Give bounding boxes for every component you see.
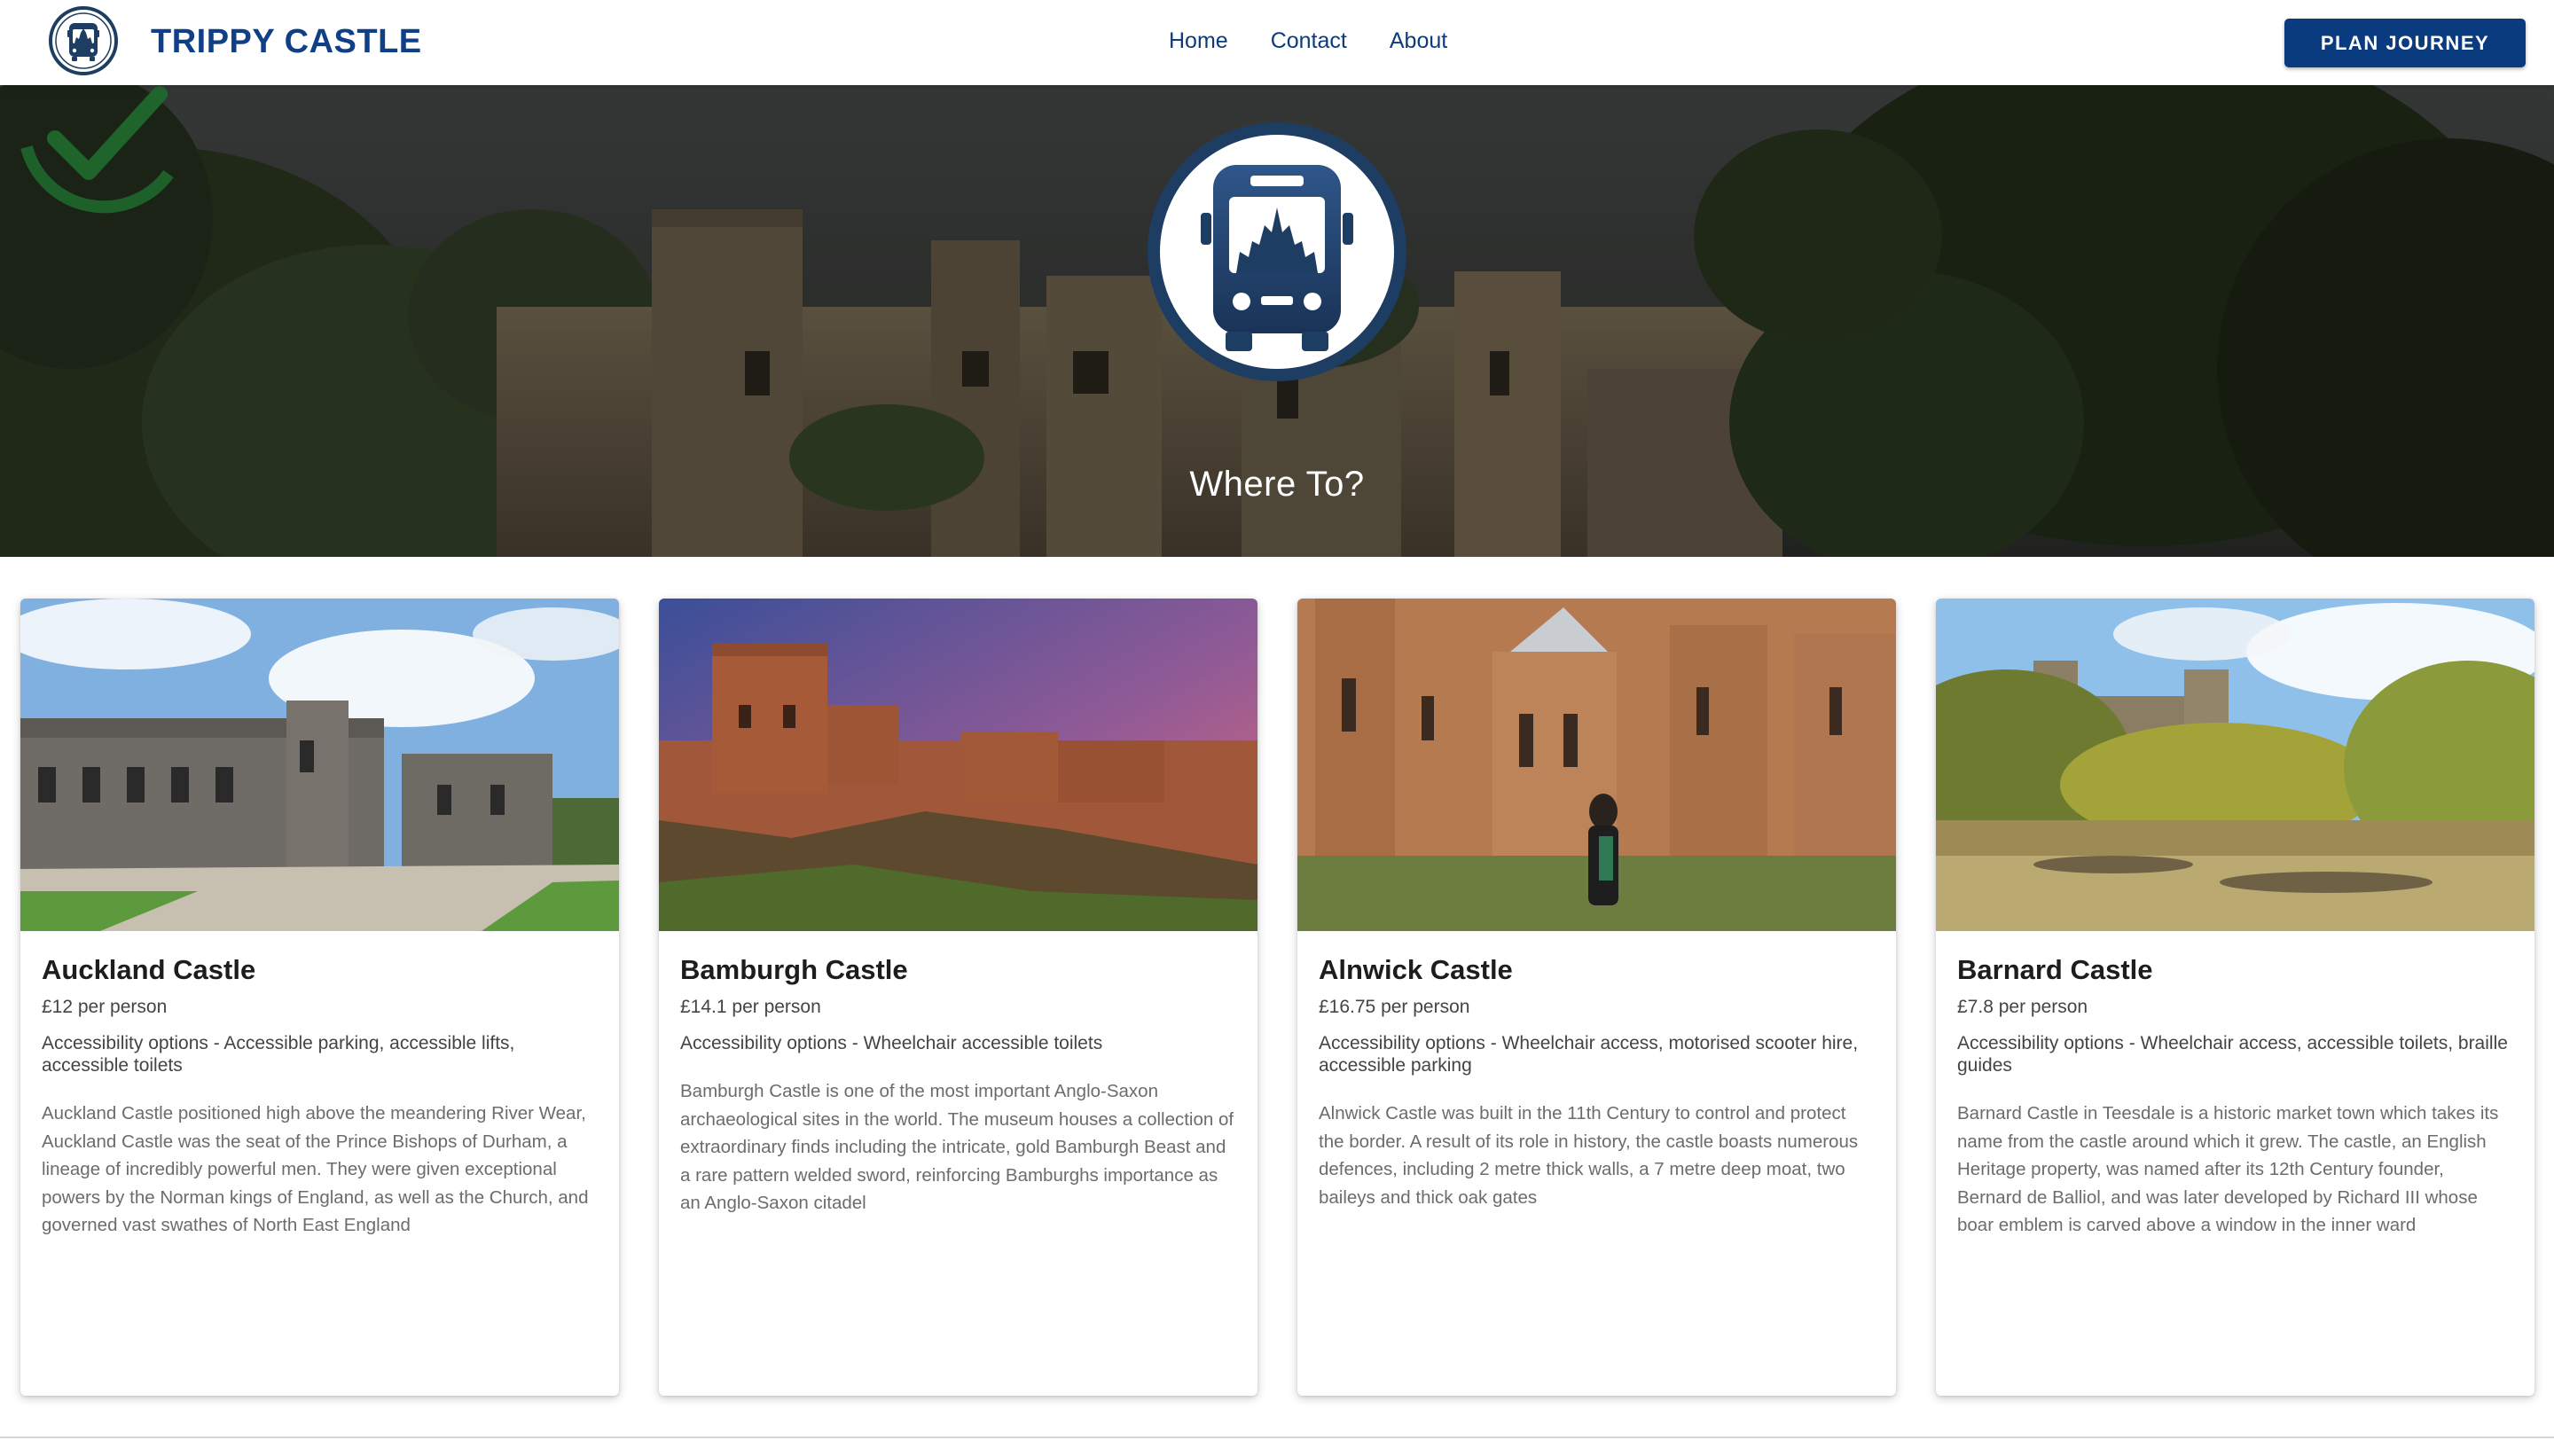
- castle-card-bamburgh[interactable]: Bamburgh Castle £14.1 per person Accessi…: [659, 599, 1257, 1396]
- card-price: £7.8 per person: [1957, 997, 2088, 1017]
- card-title: Barnard Castle: [1957, 954, 2153, 985]
- nav-link-about[interactable]: About: [1390, 28, 1447, 54]
- top-navbar: TRIPPY CASTLE Home Contact About PLAN JO…: [0, 0, 2554, 85]
- card-description: Auckland Castle positioned high above th…: [42, 1103, 589, 1235]
- card-description: Alnwick Castle was built in the 11th Cen…: [1319, 1103, 1859, 1208]
- hero-title: Where To?: [1189, 465, 1365, 504]
- card-description: Bamburgh Castle is one of the most impor…: [680, 1081, 1234, 1213]
- castle-card-barnard[interactable]: Barnard Castle £7.8 per person Accessibi…: [1936, 599, 2534, 1396]
- bus-castle-icon: [1148, 122, 1406, 381]
- castle-card-alnwick[interactable]: Alnwick Castle £16.75 per person Accessi…: [1297, 599, 1896, 1396]
- brand-name[interactable]: TRIPPY CASTLE: [151, 23, 422, 61]
- bus-castle-icon[interactable]: [48, 5, 119, 76]
- card-title: Auckland Castle: [42, 954, 256, 985]
- card-price: £16.75 per person: [1319, 997, 1470, 1017]
- auckland-castle-photo: [20, 599, 619, 931]
- checkmark-icon: [20, 86, 174, 214]
- card-title: Bamburgh Castle: [680, 954, 908, 985]
- card-title: Alnwick Castle: [1319, 954, 1513, 985]
- card-accessibility: Accessibility options - Accessible parki…: [42, 1033, 515, 1076]
- card-accessibility: Accessibility options - Wheelchair acces…: [1957, 1033, 2508, 1076]
- card-description: Barnard Castle in Teesdale is a historic…: [1957, 1103, 2499, 1235]
- card-price: £14.1 per person: [680, 997, 821, 1017]
- alnwick-castle-photo: [1297, 599, 1896, 931]
- card-price: £12 per person: [42, 997, 168, 1017]
- bamburgh-castle-photo: [659, 599, 1257, 931]
- nav-link-contact[interactable]: Contact: [1271, 28, 1347, 54]
- card-accessibility: Accessibility options - Wheelchair acces…: [680, 1033, 1103, 1053]
- hero-banner: Where To?: [0, 85, 2554, 557]
- castle-card-auckland[interactable]: Auckland Castle £12 per person Accessibi…: [20, 599, 619, 1396]
- card-accessibility: Accessibility options - Wheelchair acces…: [1319, 1033, 1859, 1076]
- barnard-castle-photo: [1936, 599, 2534, 931]
- plan-journey-button[interactable]: PLAN JOURNEY: [2284, 19, 2526, 67]
- footer-divider: [0, 1436, 2554, 1438]
- main-nav: Home Contact About: [1169, 28, 1447, 54]
- nav-link-home[interactable]: Home: [1169, 28, 1228, 54]
